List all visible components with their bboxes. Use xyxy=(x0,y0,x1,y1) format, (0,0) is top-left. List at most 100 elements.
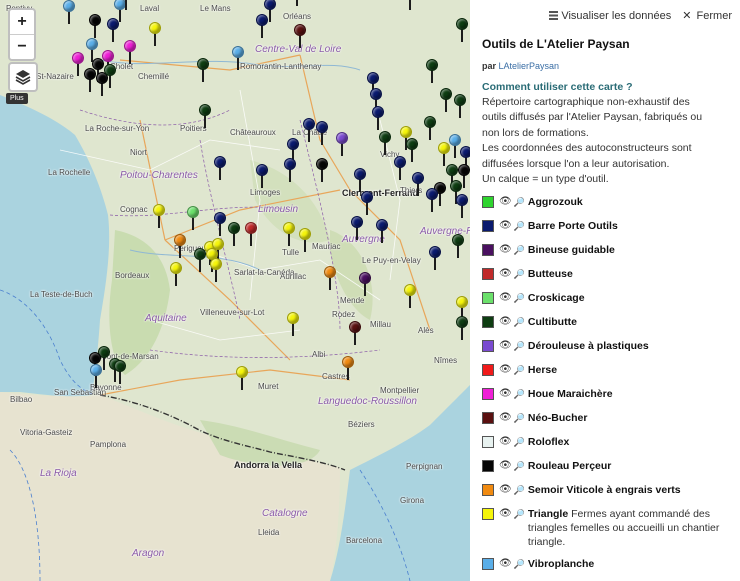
map-marker[interactable] xyxy=(187,206,199,230)
map-marker[interactable] xyxy=(376,219,388,243)
zoom-to-layer-icon[interactable]: 🔎 xyxy=(514,243,525,257)
map-marker[interactable] xyxy=(456,316,468,340)
map-marker[interactable] xyxy=(124,40,136,64)
zoom-in-button[interactable]: + xyxy=(10,10,34,35)
map-marker[interactable] xyxy=(283,222,295,246)
map-marker[interactable] xyxy=(440,88,452,112)
map-marker[interactable] xyxy=(256,14,268,38)
eye-icon[interactable]: 👁 xyxy=(499,315,512,329)
map-marker[interactable] xyxy=(256,164,268,188)
eye-icon[interactable]: 👁 xyxy=(499,267,512,281)
zoom-to-layer-icon[interactable]: 🔎 xyxy=(514,291,525,305)
eye-icon[interactable]: 👁 xyxy=(499,507,512,521)
map-marker[interactable] xyxy=(284,158,296,182)
map-marker[interactable] xyxy=(379,131,391,155)
layer-item[interactable]: 👁 🔎 Néo-Bucher xyxy=(482,411,732,427)
eye-icon[interactable]: 👁 xyxy=(499,411,512,425)
map-marker[interactable] xyxy=(299,228,311,252)
map-marker[interactable] xyxy=(63,0,75,24)
zoom-to-layer-icon[interactable]: 🔎 xyxy=(514,267,525,281)
zoom-to-layer-icon[interactable]: 🔎 xyxy=(514,557,525,571)
map-marker[interactable] xyxy=(426,59,438,83)
eye-icon[interactable]: 👁 xyxy=(499,483,512,497)
map-marker[interactable] xyxy=(404,284,416,308)
map-marker[interactable] xyxy=(107,18,119,42)
map-marker[interactable] xyxy=(287,312,299,336)
map-marker[interactable] xyxy=(438,142,450,166)
map-marker[interactable] xyxy=(291,0,303,6)
map-marker[interactable] xyxy=(210,258,222,282)
layer-item[interactable]: 👁 🔎 Croskicage xyxy=(482,291,732,307)
zoom-to-layer-icon[interactable]: 🔎 xyxy=(514,507,525,521)
layer-item[interactable]: 👁 🔎 Bineuse guidable xyxy=(482,243,732,259)
eye-icon[interactable]: 👁 xyxy=(499,557,512,571)
zoom-to-layer-icon[interactable]: 🔎 xyxy=(514,483,525,497)
map-marker[interactable] xyxy=(90,364,102,388)
zoom-to-layer-icon[interactable]: 🔎 xyxy=(514,459,525,473)
layer-item[interactable]: 👁 🔎 Herse xyxy=(482,363,732,379)
zoom-to-layer-icon[interactable]: 🔎 xyxy=(514,411,525,425)
map-marker[interactable] xyxy=(429,246,441,270)
zoom-to-layer-icon[interactable]: 🔎 xyxy=(514,219,525,233)
zoom-to-layer-icon[interactable]: 🔎 xyxy=(514,195,525,209)
eye-icon[interactable]: 👁 xyxy=(499,291,512,305)
layer-item[interactable]: 👁 🔎 Butteuse xyxy=(482,267,732,283)
map-marker[interactable] xyxy=(412,172,424,196)
map-marker[interactable] xyxy=(89,14,101,38)
map-marker[interactable] xyxy=(404,0,416,10)
eye-icon[interactable]: 👁 xyxy=(499,459,512,473)
map-marker[interactable] xyxy=(214,156,226,180)
map-marker[interactable] xyxy=(72,52,84,76)
map-marker[interactable] xyxy=(424,116,436,140)
map-marker[interactable] xyxy=(342,356,354,380)
eye-icon[interactable]: 👁 xyxy=(499,195,512,209)
map-marker[interactable] xyxy=(354,168,366,192)
map-marker[interactable] xyxy=(194,248,206,272)
map-marker[interactable] xyxy=(153,204,165,228)
map-marker[interactable] xyxy=(236,366,248,390)
map-marker[interactable] xyxy=(84,68,96,92)
eye-icon[interactable]: 👁 xyxy=(499,339,512,353)
layer-item[interactable]: 👁 🔎 Dérouleuse à plastiques xyxy=(482,339,732,355)
layer-item[interactable]: 👁 🔎 Semoir Viticole à engrais verts xyxy=(482,483,732,499)
eye-icon[interactable]: 👁 xyxy=(499,363,512,377)
map-marker[interactable] xyxy=(149,22,161,46)
map-marker[interactable] xyxy=(170,262,182,286)
map-marker[interactable] xyxy=(426,188,438,212)
map-marker[interactable] xyxy=(406,138,418,162)
map-marker[interactable] xyxy=(316,158,328,182)
map-marker[interactable] xyxy=(316,121,328,145)
layer-item[interactable]: 👁 🔎 Houe Maraichère xyxy=(482,387,732,403)
map-marker[interactable] xyxy=(232,46,244,70)
zoom-to-layer-icon[interactable]: 🔎 xyxy=(514,363,525,377)
map-marker[interactable] xyxy=(214,212,226,236)
eye-icon[interactable]: 👁 xyxy=(499,219,512,233)
map-canvas[interactable]: PontivyLavalLe MansCentre-Val de LoireOr… xyxy=(0,0,470,581)
map-marker[interactable] xyxy=(197,58,209,82)
map-marker[interactable] xyxy=(245,222,257,246)
layer-item[interactable]: 👁 🔎 Barre Porte Outils xyxy=(482,219,732,235)
zoom-out-button[interactable]: − xyxy=(10,35,34,59)
map-marker[interactable] xyxy=(361,191,373,215)
map-marker[interactable] xyxy=(199,104,211,128)
zoom-to-layer-icon[interactable]: 🔎 xyxy=(514,339,525,353)
view-data-button[interactable]: Visualiser les données xyxy=(549,10,674,22)
map-marker[interactable] xyxy=(336,132,348,156)
zoom-to-layer-icon[interactable]: 🔎 xyxy=(514,315,525,329)
eye-icon[interactable]: 👁 xyxy=(499,243,512,257)
map-marker[interactable] xyxy=(294,24,306,48)
close-button[interactable]: ✕ Fermer xyxy=(682,10,732,22)
map-marker[interactable] xyxy=(394,156,406,180)
map-marker[interactable] xyxy=(349,321,361,345)
layer-item[interactable]: 👁 🔎 Vibroplanche xyxy=(482,557,732,573)
layers-button[interactable] xyxy=(8,62,38,92)
zoom-to-layer-icon[interactable]: 🔎 xyxy=(514,435,525,449)
map-marker[interactable] xyxy=(104,64,116,88)
map-marker[interactable] xyxy=(454,94,466,118)
layer-item[interactable]: 👁 🔎 Triangle Fermes ayant commandé des tri… xyxy=(482,507,732,549)
map-marker[interactable] xyxy=(351,216,363,240)
eye-icon[interactable]: 👁 xyxy=(499,435,512,449)
map-marker[interactable] xyxy=(324,266,336,290)
map-marker[interactable] xyxy=(174,234,186,258)
map-marker[interactable] xyxy=(372,106,384,130)
